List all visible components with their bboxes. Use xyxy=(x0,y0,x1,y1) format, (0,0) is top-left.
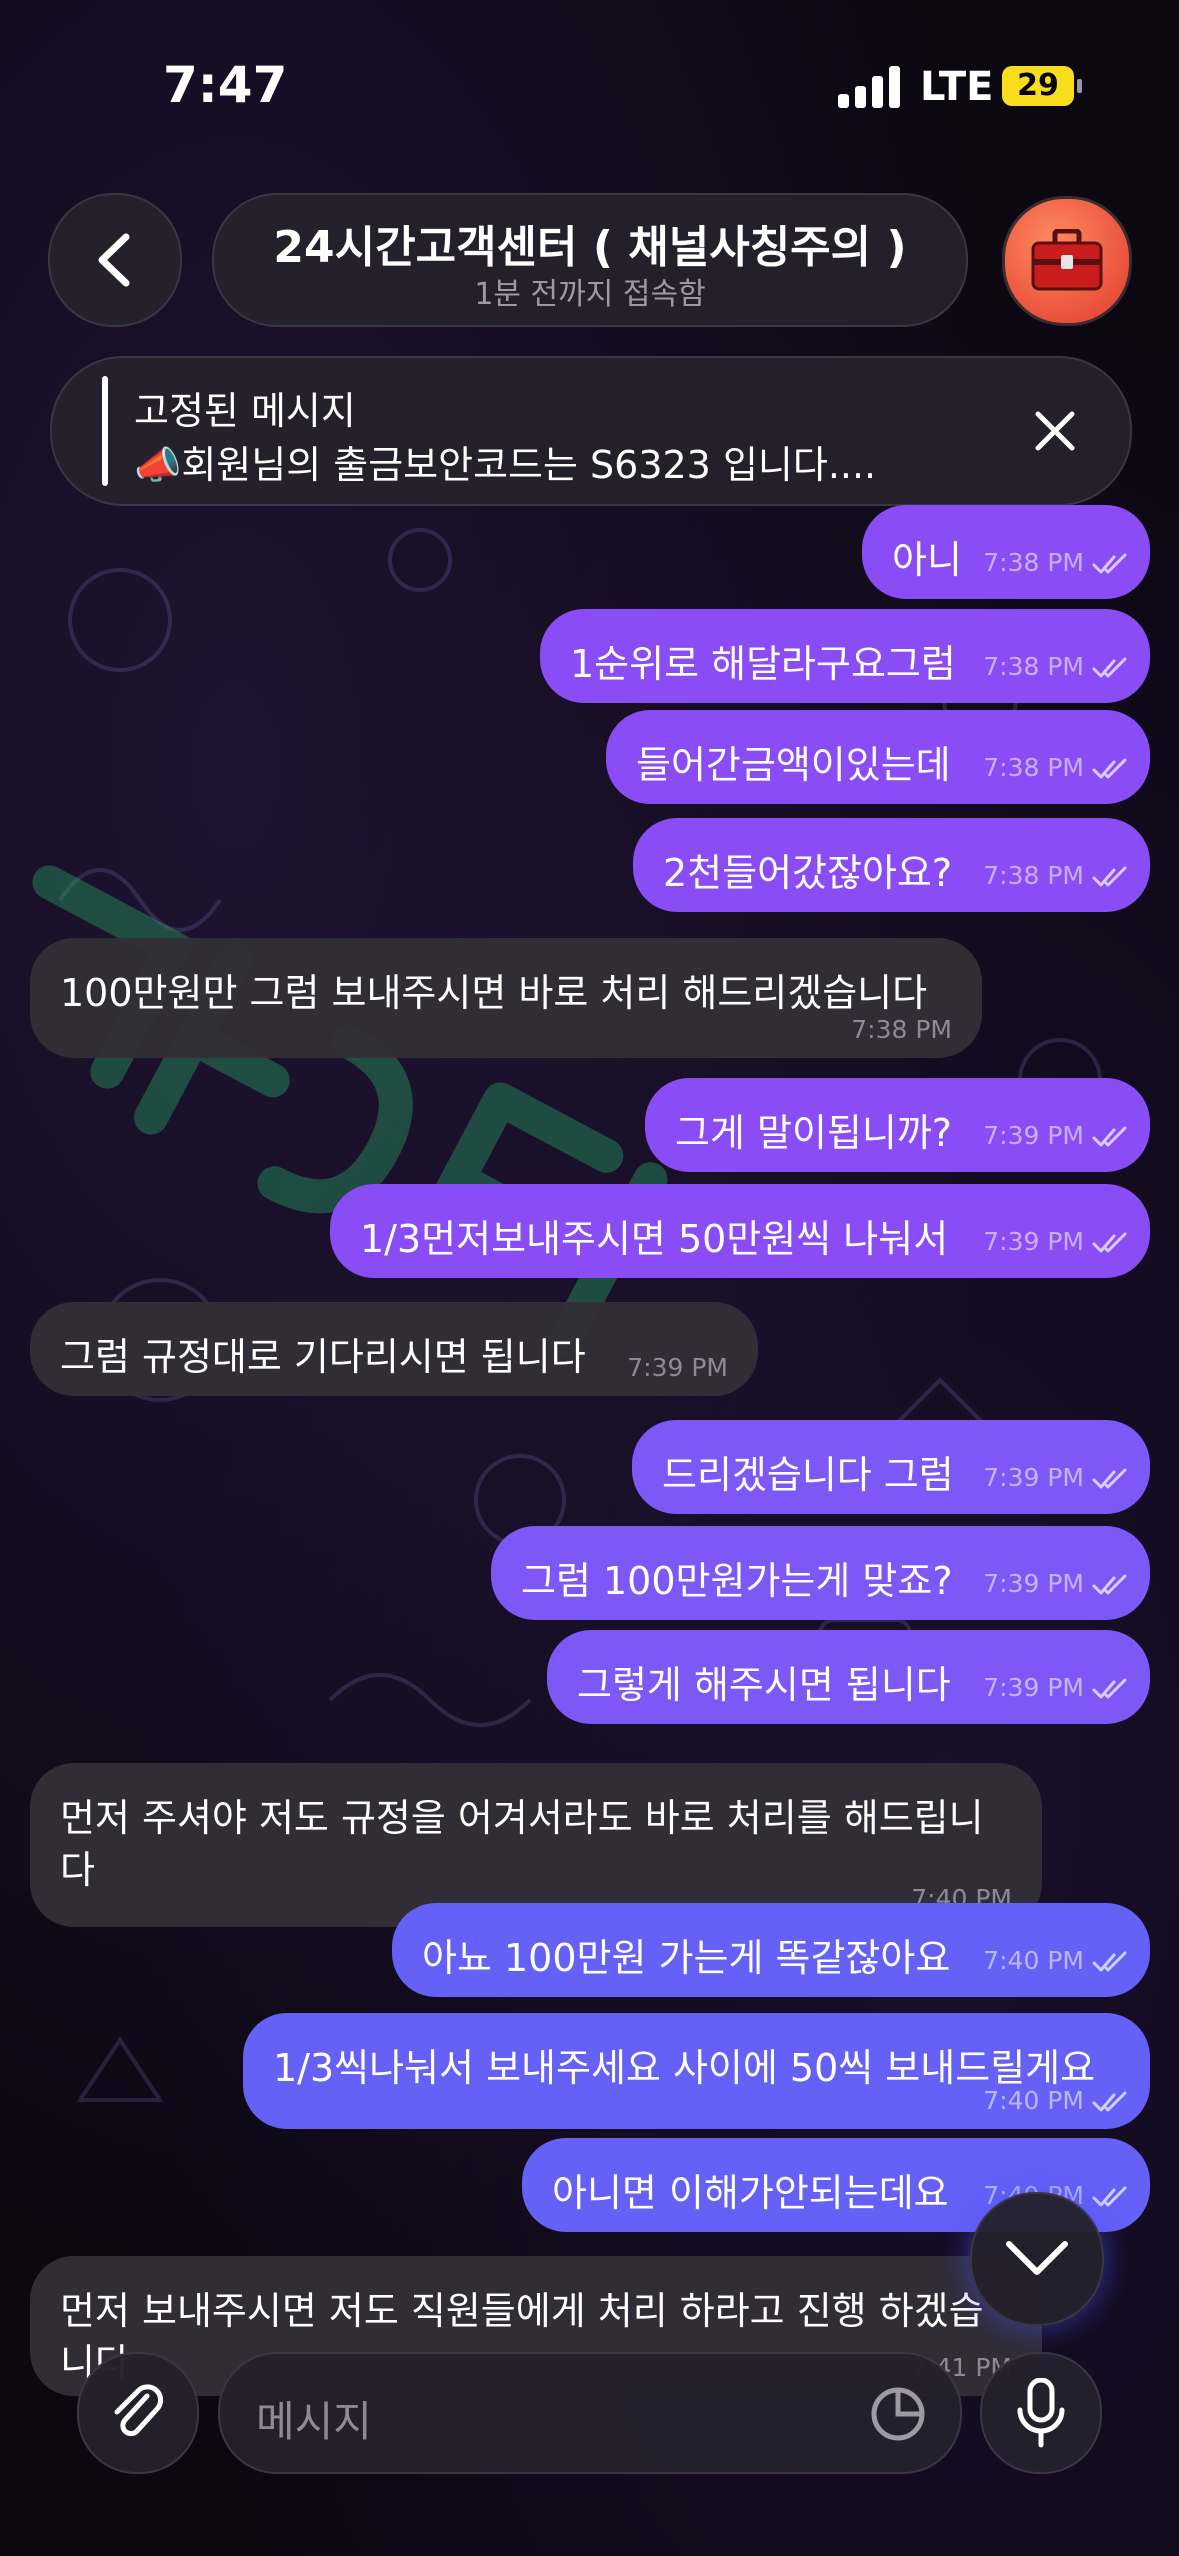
outgoing-message[interactable]: 그게 말이됩니까? 7:39 PM xyxy=(645,1078,1150,1172)
battery-icon: 29 xyxy=(1002,66,1082,106)
chevron-down-icon xyxy=(1006,2241,1068,2275)
incoming-message[interactable]: 100만원만 그럼 보내주시면 바로 처리 해드리겠습니다 7:38 PM xyxy=(30,938,982,1058)
outgoing-message[interactable]: 드리겠습니다 그럼 7:39 PM xyxy=(632,1420,1150,1514)
message-text: 100만원만 그럼 보내주시면 바로 처리 해드리겠습니다 xyxy=(60,971,928,1015)
message-text: 1/3먼저보내주시면 50만원씩 나눠서 xyxy=(360,1217,949,1261)
outgoing-message[interactable]: 아니 7:38 PM xyxy=(862,505,1150,599)
read-receipt-icon xyxy=(1092,2186,1127,2207)
message-input[interactable]: 메시지 xyxy=(218,2352,962,2474)
message-time: 7:40 PM xyxy=(983,2086,1084,2115)
outgoing-message[interactable]: 아뇨 100만원 가는게 똑같잖아요 7:40 PM xyxy=(392,1903,1150,1997)
message-time: 7:39 PM xyxy=(983,1227,1084,1256)
read-receipt-icon xyxy=(1092,866,1127,887)
message-text: 그럼 규정대로 기다리시면 됩니다 xyxy=(60,1335,586,1379)
message-text: 아니면 이해가안되는데요 xyxy=(552,2171,949,2215)
message-time: 7:39 PM xyxy=(983,1673,1084,1702)
pinned-message[interactable]: 고정된 메시지 📣회원님의 출금보안코드는 S6323 입니다.... xyxy=(50,356,1132,506)
message-time: 7:38 PM xyxy=(983,548,1084,577)
microphone-icon xyxy=(1017,2378,1065,2448)
read-receipt-icon xyxy=(1092,553,1127,574)
message-time: 7:38 PM xyxy=(983,753,1084,782)
message-time: 7:38 PM xyxy=(983,861,1084,890)
outgoing-message[interactable]: 그럼 100만원가는게 맞죠? 7:39 PM xyxy=(491,1526,1150,1620)
read-receipt-icon xyxy=(1092,1678,1127,1699)
message-text: 아니 xyxy=(892,538,962,582)
network-type: LTE xyxy=(920,64,994,110)
outgoing-message[interactable]: 2천들어갔잖아요? 7:38 PM xyxy=(633,818,1150,912)
status-bar: 7:47 LTE 29 xyxy=(0,0,1179,170)
chat-header[interactable]: 24시간고객센터 ( 채널사칭주의 ) 1분 전까지 접속함 xyxy=(212,193,968,327)
read-receipt-icon xyxy=(1092,758,1127,779)
message-text: 그렇게 해주시면 됩니다 xyxy=(577,1663,951,1707)
message-text: 드리겠습니다 그럼 xyxy=(662,1453,954,1497)
read-receipt-icon xyxy=(1092,2091,1127,2112)
message-text: 들어간금액이있는데 xyxy=(636,743,951,787)
message-time: 7:38 PM xyxy=(983,652,1084,681)
message-time: 7:38 PM xyxy=(851,1015,952,1044)
message-time: 7:39 PM xyxy=(627,1353,728,1382)
message-text: 1/3씩나눠서 보내주세요 사이에 50씩 보내드릴게요 xyxy=(273,2046,1096,2090)
chat-title: 24시간고객센터 ( 채널사칭주의 ) xyxy=(273,222,907,273)
avatar[interactable] xyxy=(1002,196,1132,326)
signal-icon xyxy=(838,66,902,108)
read-receipt-icon xyxy=(1092,1126,1127,1147)
message-text: 아뇨 100만원 가는게 똑같잖아요 xyxy=(422,1936,951,1980)
last-seen-status: 1분 전까지 접속함 xyxy=(474,277,706,312)
message-time: 7:39 PM xyxy=(983,1463,1084,1492)
outgoing-message[interactable]: 그렇게 해주시면 됩니다 7:39 PM xyxy=(547,1630,1150,1724)
message-placeholder: 메시지 xyxy=(256,2397,372,2446)
scroll-down-button[interactable] xyxy=(970,2192,1104,2326)
message-text: 먼저 보내주시면 저도 직원들에게 처리 하라고 진행 하겠습 xyxy=(60,2289,984,2333)
message-text: 1순위로 해달라구요그럼 xyxy=(570,642,956,686)
message-text: 그럼 100만원가는게 맞죠? xyxy=(521,1559,953,1603)
message-text: 2천들어갔잖아요? xyxy=(663,851,953,895)
pinned-title: 고정된 메시지 xyxy=(134,389,356,433)
pinned-indicator xyxy=(102,376,108,486)
read-receipt-icon xyxy=(1092,657,1127,678)
message-time: 7:39 PM xyxy=(983,1121,1084,1150)
read-receipt-icon xyxy=(1092,1951,1127,1972)
attach-button[interactable] xyxy=(77,2352,199,2474)
message-time: 7:39 PM xyxy=(983,1569,1084,1598)
outgoing-message[interactable]: 들어간금액이있는데 7:38 PM xyxy=(606,710,1150,804)
microphone-button[interactable] xyxy=(980,2352,1102,2474)
outgoing-message[interactable]: 1순위로 해달라구요그럼 7:38 PM xyxy=(540,609,1150,703)
incoming-message[interactable]: 그럼 규정대로 기다리시면 됩니다 7:39 PM xyxy=(30,1302,758,1396)
clock: 7:47 xyxy=(163,56,288,114)
outgoing-message[interactable]: 1/3먼저보내주시면 50만원씩 나눠서 7:39 PM xyxy=(330,1184,1150,1278)
read-receipt-icon xyxy=(1092,1468,1127,1489)
back-button[interactable] xyxy=(48,193,182,327)
composer: 메시지 xyxy=(0,2330,1179,2556)
paperclip-icon xyxy=(114,2384,164,2437)
message-text: 그게 말이됩니까? xyxy=(675,1111,952,1155)
close-icon[interactable] xyxy=(1032,408,1078,454)
toolbox-icon xyxy=(1031,229,1103,291)
read-receipt-icon xyxy=(1092,1574,1127,1595)
read-receipt-icon xyxy=(1092,1232,1127,1253)
pinned-text: 📣회원님의 출금보안코드는 S6323 입니다.... xyxy=(134,443,877,487)
message-text: 먼저 주셔야 저도 규정을 어겨서라도 바로 처리를 해드립니 xyxy=(60,1796,984,1840)
chevron-left-icon xyxy=(98,233,130,287)
message-text-continued: 다 xyxy=(60,1848,95,1892)
outgoing-message[interactable]: 1/3씩나눠서 보내주세요 사이에 50씩 보내드릴게요 7:40 PM xyxy=(243,2013,1150,2129)
message-time: 7:40 PM xyxy=(983,1946,1084,1975)
sticker-icon[interactable] xyxy=(870,2386,926,2442)
